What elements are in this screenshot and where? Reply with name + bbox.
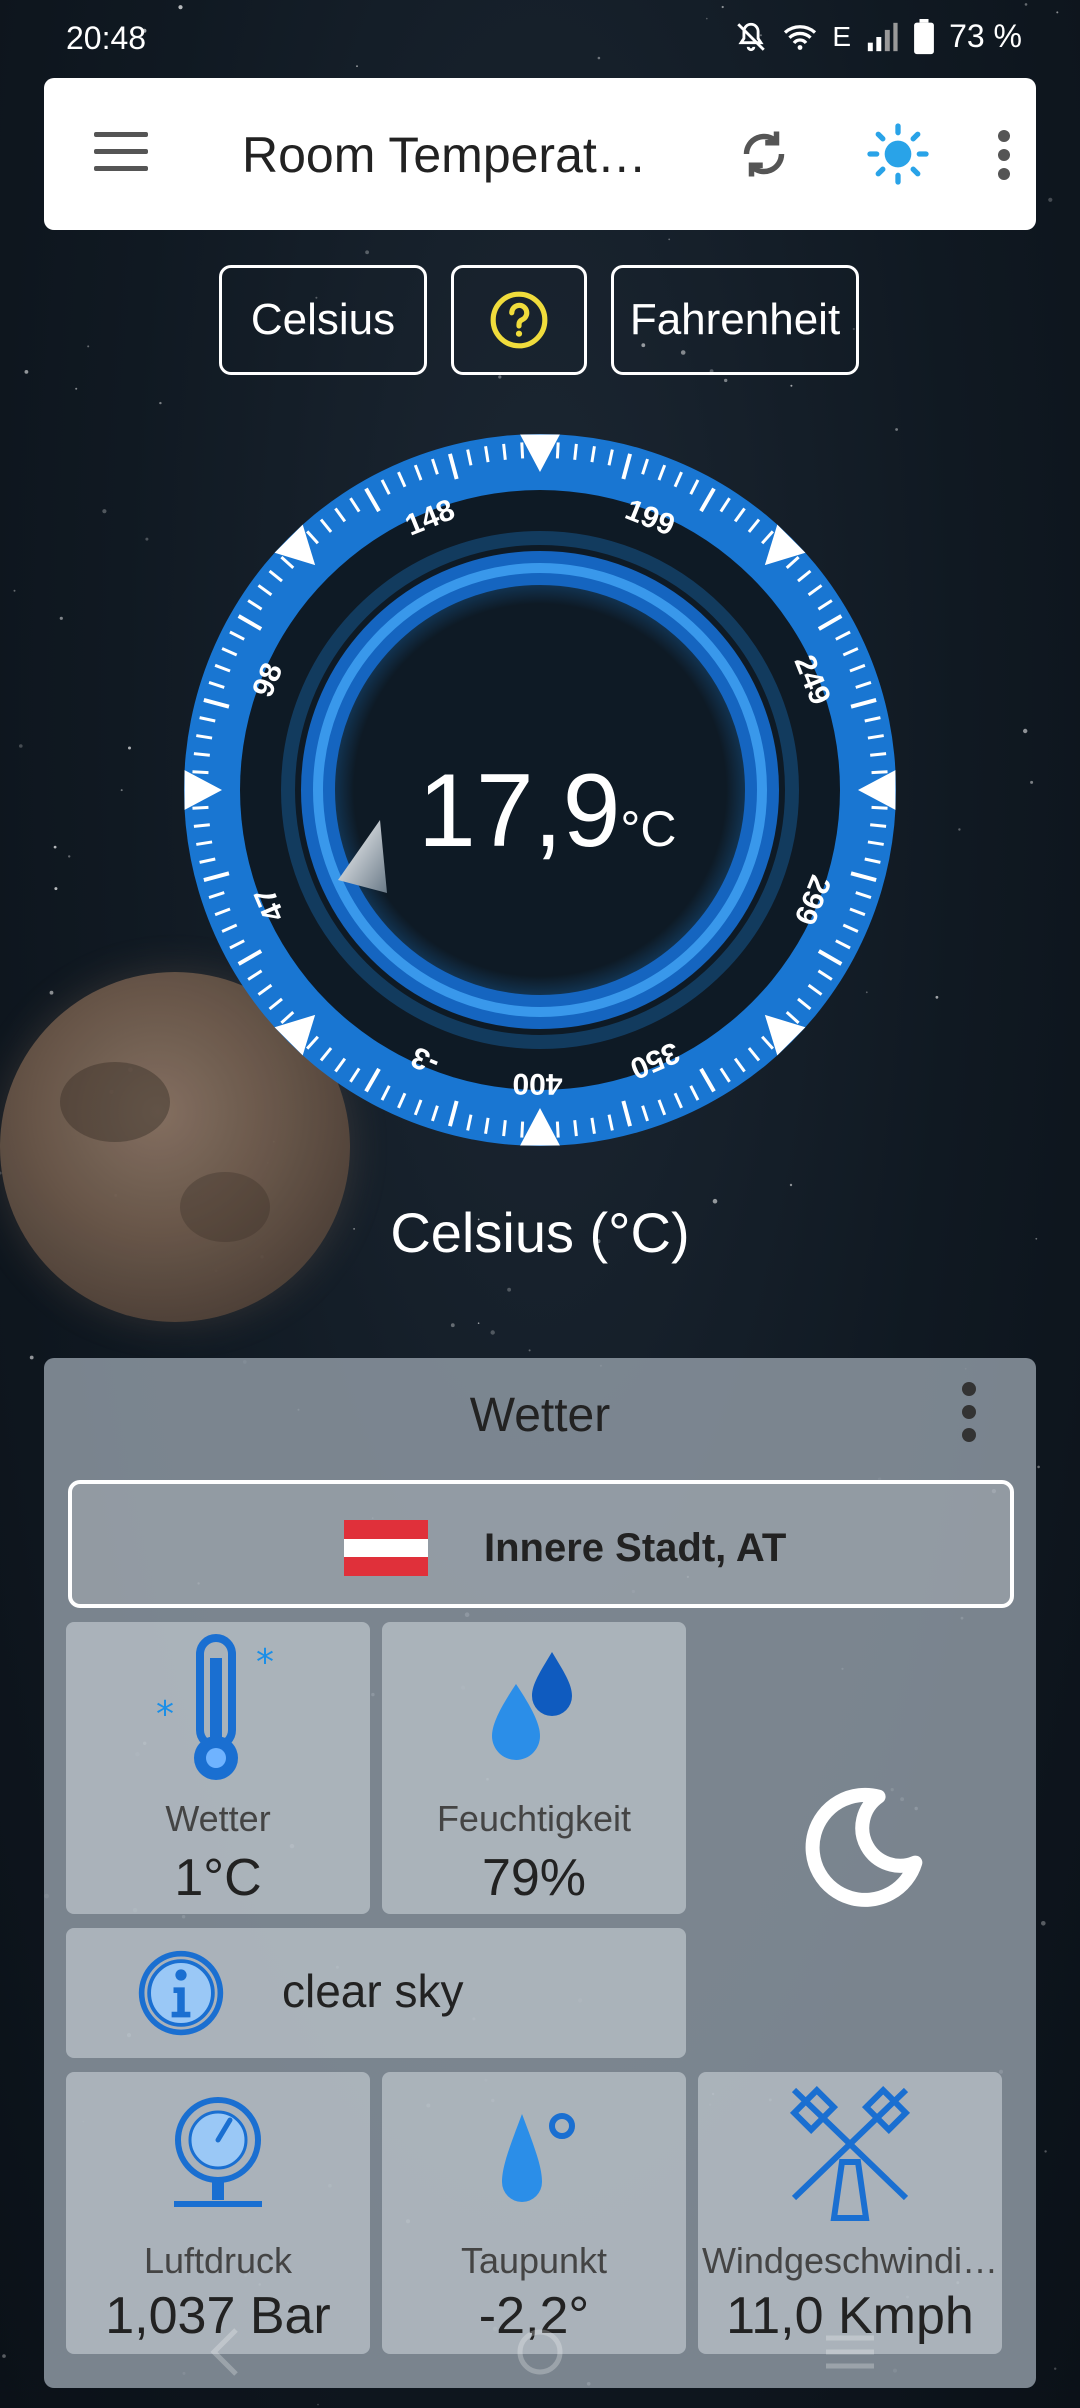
gauge-tick [502,1120,507,1137]
status-bar: 20:48 E 73 % [0,0,1080,76]
windmill-icon [789,2085,911,2221]
gauge-tick [871,805,888,810]
nav-recents-icon[interactable] [826,2335,874,2369]
refresh-icon[interactable] [734,124,794,184]
gauge-tick [520,442,525,459]
sun-icon[interactable] [866,122,930,186]
condition-tile: clear sky [66,1928,686,2058]
weather-temp-label: Wetter [165,1798,271,1839]
help-circle-icon [490,291,548,349]
wind-label: Windgeschwindi… [701,2240,999,2281]
gauge-tick [573,443,578,460]
dew-point-label: Taupunkt [460,2240,608,2281]
thermometer-snow-icon: * * [156,1634,274,1780]
menu-icon[interactable] [94,132,148,176]
gauge-tick [193,752,210,757]
weather-temp-value: 1°C [174,1849,262,1907]
gauge-tick [502,443,507,460]
gauge-tick [870,823,887,828]
humidity-tile: Feuchtigkeit 79% [382,1622,686,1914]
gauge-tick [555,442,560,459]
barometer-icon [174,2097,262,2207]
nav-back-icon[interactable] [210,2328,238,2376]
gauge-tick [870,752,887,757]
nav-home-icon[interactable] [517,2329,563,2375]
wifi-icon [784,24,817,50]
gauge-tick [192,770,209,775]
austria-flag-icon [344,1520,428,1576]
system-nav-bar [210,2328,874,2376]
unit-label: Celsius (°C) [390,1201,690,1264]
info-icon [138,1950,224,2036]
pressure-label: Luftdruck [143,2240,293,2281]
humidity-label: Feuchtigkeit [436,1798,632,1839]
svg-text:*: * [156,1694,174,1735]
svg-text:*: * [256,1642,274,1683]
weather-title: Wetter [469,1389,611,1442]
gauge-tick [573,1120,578,1137]
gauge-tick [520,1121,525,1138]
location-label: Innere Stadt, AT [484,1526,787,1570]
fahrenheit-button[interactable]: Fahrenheit [611,265,859,375]
weather-temp-tile: * * Wetter 1°C [66,1622,370,1914]
humidity-value: 79% [481,1849,587,1907]
gauge-tick [192,805,209,810]
condition-text: clear sky [282,1965,464,2017]
gauge-tick [555,1121,560,1138]
network-type: E [832,20,852,52]
temperature-value: 17,9 [418,753,621,869]
location-button[interactable]: Innere Stadt, AT [68,1480,1014,1608]
gauge-scale-label: 400 [512,1067,562,1100]
temperature-readout: 17,9°C [418,752,677,871]
app-bar: Room Temperat… [44,78,1036,230]
bell-muted-icon [737,22,766,51]
help-button[interactable] [451,265,587,375]
temperature-unit: °C [620,801,677,857]
dew-drop-icon [502,2113,575,2202]
gauge-tick [871,770,888,775]
battery-icon [914,18,934,54]
water-drops-icon [492,1652,572,1760]
battery-percent: 73 % [949,18,1022,54]
celsius-button[interactable]: Celsius [219,265,427,375]
status-time: 20:48 [66,20,147,56]
more-vert-icon[interactable] [998,130,1012,180]
gauge-tick [193,823,210,828]
moon-icon [805,1787,923,1907]
app-title: Room Temperat… [242,127,647,183]
signal-icon [867,22,898,51]
weather-panel: Wetter Innere Stadt, AT * * Wetter 1°C F… [44,1358,1036,2388]
weather-more-icon[interactable] [962,1382,980,1444]
